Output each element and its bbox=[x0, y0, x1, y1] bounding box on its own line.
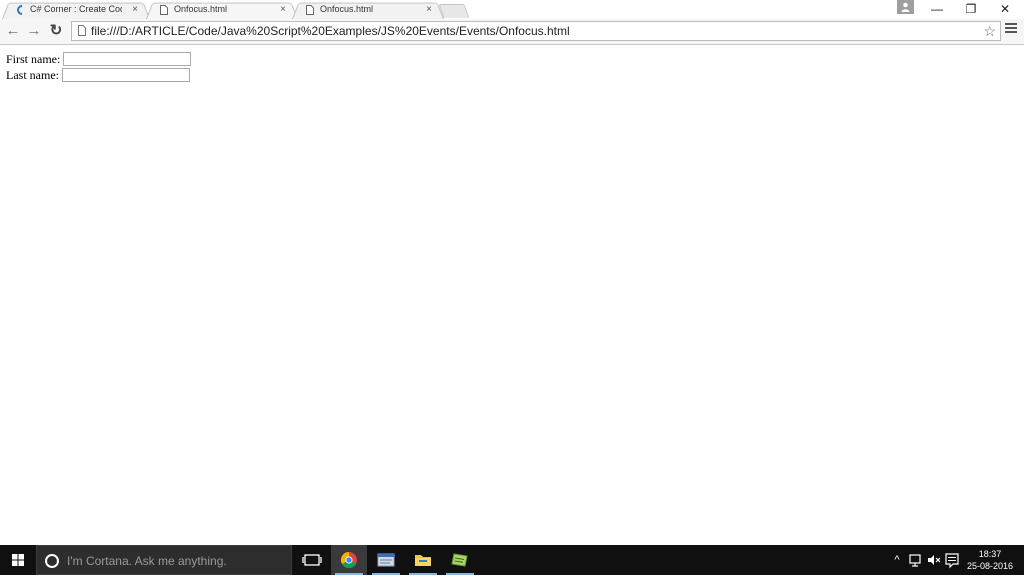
tab-close-icon[interactable]: × bbox=[426, 1, 432, 18]
tab-close-icon[interactable]: × bbox=[280, 1, 286, 18]
menu-bar bbox=[1005, 31, 1017, 33]
first-name-label: First name: bbox=[6, 52, 61, 66]
url-text[interactable]: file:///D:/ARTICLE/Code/Java%20Script%20… bbox=[91, 22, 570, 40]
csharp-corner-icon bbox=[17, 5, 23, 15]
close-window-button[interactable]: ✕ bbox=[988, 0, 1022, 19]
tab-strip: C# Corner : Create Code S × Onfocus.html… bbox=[0, 0, 1024, 19]
task-view-button[interactable] bbox=[294, 545, 330, 575]
first-name-row: First name: bbox=[6, 52, 191, 67]
page-icon bbox=[306, 5, 314, 15]
network-monitor-icon bbox=[909, 554, 921, 567]
address-bar[interactable]: file:///D:/ARTICLE/Code/Java%20Script%20… bbox=[71, 21, 1001, 41]
page-icon bbox=[160, 5, 168, 15]
file-explorer-icon bbox=[415, 555, 431, 566]
tab-onfocus-active[interactable]: Onfocus.html × bbox=[146, 1, 298, 19]
taskbar-chrome[interactable] bbox=[331, 545, 367, 575]
windows-taskbar: I'm Cortana. Ask me anything. ^ 18:37 25… bbox=[0, 545, 1024, 575]
cortana-icon bbox=[45, 554, 59, 568]
tab-title: C# Corner : Create Code S bbox=[30, 4, 122, 14]
browser-toolbar: ← → ↻ file:///D:/ARTICLE/Code/Java%20Scr… bbox=[0, 19, 1024, 45]
network-icon[interactable] bbox=[907, 545, 925, 575]
clock-time: 18:37 bbox=[978, 549, 1002, 559]
notepad-plus-icon bbox=[451, 553, 468, 567]
chrome-icon bbox=[340, 551, 357, 569]
back-button[interactable]: ← bbox=[4, 22, 22, 40]
menu-bar bbox=[1005, 27, 1017, 29]
task-view-icon bbox=[302, 554, 322, 566]
reload-button[interactable]: ↻ bbox=[47, 22, 65, 40]
page-icon bbox=[78, 25, 86, 36]
first-name-input[interactable] bbox=[63, 52, 191, 66]
chrome-menu-icon[interactable] bbox=[1005, 23, 1017, 35]
minimize-button[interactable]: — bbox=[920, 0, 954, 19]
last-name-input[interactable] bbox=[62, 68, 190, 82]
start-button[interactable] bbox=[0, 545, 36, 575]
taskbar-file-explorer[interactable] bbox=[405, 545, 441, 575]
user-icon bbox=[901, 2, 910, 12]
restore-button[interactable]: ❐ bbox=[954, 0, 988, 19]
new-tab-button[interactable] bbox=[438, 4, 470, 18]
cortana-search-box[interactable]: I'm Cortana. Ask me anything. bbox=[36, 545, 292, 575]
notifications-icon bbox=[945, 553, 959, 569]
cortana-placeholder: I'm Cortana. Ask me anything. bbox=[67, 554, 227, 568]
menu-bar bbox=[1005, 23, 1017, 25]
windows-logo-icon bbox=[12, 554, 24, 566]
taskbar-notepad[interactable] bbox=[368, 545, 404, 575]
tab-title: Onfocus.html bbox=[174, 4, 228, 14]
forward-button[interactable]: → bbox=[25, 22, 43, 40]
last-name-row: Last name: bbox=[6, 68, 190, 83]
notepad-icon bbox=[377, 553, 395, 567]
show-hidden-icons-chevron[interactable]: ^ bbox=[890, 545, 904, 575]
action-center-icon[interactable] bbox=[944, 545, 960, 575]
tab-title: Onfocus.html bbox=[320, 4, 374, 14]
page-content: First name: Last name: bbox=[0, 46, 1024, 545]
volume-muted-icon[interactable] bbox=[926, 545, 942, 575]
clock-date: 25-08-2016 bbox=[966, 561, 1014, 571]
tab-onfocus[interactable]: Onfocus.html × bbox=[292, 1, 444, 19]
tab-csharp-corner[interactable]: C# Corner : Create Code S × bbox=[2, 1, 150, 19]
profile-icon[interactable] bbox=[897, 0, 914, 14]
taskbar-notepad-plus[interactable] bbox=[442, 545, 478, 575]
last-name-label: Last name: bbox=[6, 68, 59, 82]
system-clock[interactable]: 18:37 25-08-2016 bbox=[963, 548, 1017, 572]
tab-close-icon[interactable]: × bbox=[132, 1, 138, 18]
speaker-muted-icon bbox=[928, 555, 941, 565]
bookmark-star-icon[interactable]: ☆ bbox=[983, 22, 996, 40]
